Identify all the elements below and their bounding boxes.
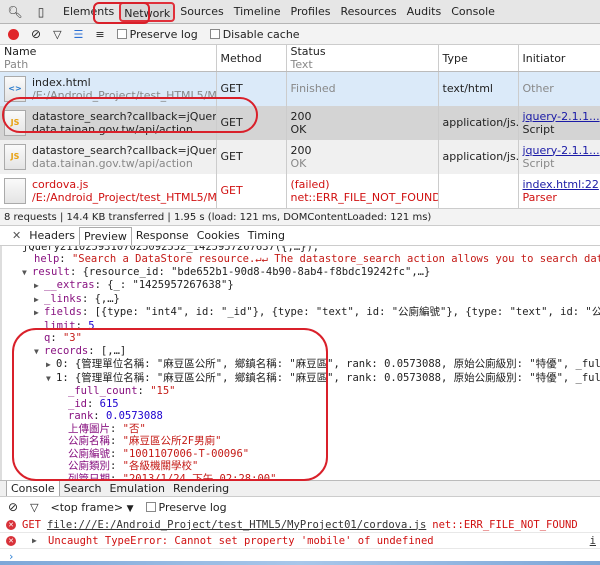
network-toolbar: ⊘ ▽ ☰ ≡ Preserve log Disable cache xyxy=(0,24,600,45)
js-file-icon: JS xyxy=(4,109,26,136)
tree-extras[interactable]: ▶ __extras: {_: "1425957267638"} xyxy=(22,279,600,293)
column-method[interactable]: Method xyxy=(216,45,287,72)
preview-root: jQuery21102593107025092552_1425957267637… xyxy=(22,245,320,253)
collapsed-triangle-icon[interactable]: ▶ xyxy=(34,307,44,320)
drawer-tabs: Console Search Emulation Rendering xyxy=(0,480,600,497)
table-row[interactable]: cordova.js/E:/Android_Project/test_HTML5… xyxy=(0,173,600,208)
taskbar-edge xyxy=(0,561,600,565)
record-property: 公廁名稱: "麻豆區公所2F男廁" xyxy=(68,435,222,447)
network-summary: 8 requests | 14.4 KB transferred | 1.95 … xyxy=(0,207,600,226)
filter-icon[interactable]: ▽ xyxy=(53,28,61,41)
record-property: 上傳圖片: "否" xyxy=(68,422,146,435)
record-property: 公廁類別: "各級機關學校" xyxy=(68,460,199,472)
console-message: ✕ GET file:///E:/Android_Project/test_HT… xyxy=(0,517,600,533)
collapsed-triangle-icon[interactable]: ▶ xyxy=(32,533,42,549)
record-property: _full_count: "15" xyxy=(68,385,176,397)
devtools-tabbar: 🔍︎ ▯ Elements Network Sources Timeline P… xyxy=(0,0,600,24)
tab-profiles[interactable]: Profiles xyxy=(286,2,336,22)
tree-records[interactable]: ▼ records: [,…] xyxy=(22,345,600,359)
tab-cookies[interactable]: Cookies xyxy=(193,227,244,245)
js-file-icon: JS xyxy=(4,143,26,170)
dropdown-arrow-icon: ▼ xyxy=(126,503,134,514)
overview-icon[interactable]: ≡ xyxy=(95,28,104,41)
collapsed-triangle-icon[interactable]: ▶ xyxy=(34,280,44,293)
large-rows-icon[interactable]: ☰ xyxy=(74,28,84,41)
tab-timeline[interactable]: Timeline xyxy=(229,2,286,22)
console-preserve-log-checkbox[interactable]: Preserve log xyxy=(145,501,227,514)
tab-search[interactable]: Search xyxy=(60,481,106,496)
clear-console-icon[interactable]: ⊘ xyxy=(8,500,18,514)
html-file-icon: <> xyxy=(4,75,26,102)
tab-network[interactable]: Network xyxy=(119,1,176,22)
tab-audits[interactable]: Audits xyxy=(402,2,447,22)
collapsed-triangle-icon[interactable]: ▶ xyxy=(46,359,56,372)
table-row[interactable]: JSdatastore_search?callback=jQuery211...… xyxy=(0,105,600,140)
clear-icon[interactable]: ⊘ xyxy=(31,27,41,41)
tab-preview[interactable]: Preview xyxy=(79,226,132,245)
tab-emulation[interactable]: Emulation xyxy=(105,481,169,496)
console-messages: ✕ GET file:///E:/Android_Project/test_HT… xyxy=(0,517,600,565)
blank-file-icon xyxy=(4,177,26,204)
console-source-link[interactable]: file:///E:/Android_Project/test_HTML5/My… xyxy=(47,517,426,533)
initiator-link[interactable]: index.html:22 xyxy=(523,178,600,191)
requests-table: Name Path Method Status Text Type Initiato… xyxy=(0,45,600,208)
console-source-link[interactable]: i xyxy=(590,533,596,549)
tree-fields[interactable]: ▶ fields: [{type: "int4", id: "_id"}, {ty… xyxy=(22,306,600,320)
tree-result[interactable]: ▼ result: {resource_id: "bde652b1-90d8-4b… xyxy=(22,266,600,280)
column-name[interactable]: Name Path xyxy=(0,45,217,72)
close-icon[interactable]: ✕ xyxy=(8,227,25,245)
filter-icon[interactable]: ▽ xyxy=(30,501,38,514)
tab-resources[interactable]: Resources xyxy=(335,2,401,22)
table-row[interactable]: <> index.html/E:/Android_Project/test_HTM… xyxy=(0,71,600,106)
tab-console-drawer[interactable]: Console xyxy=(6,481,60,496)
tab-headers[interactable]: Headers xyxy=(25,227,79,245)
tab-response[interactable]: Response xyxy=(132,227,193,245)
error-icon: ✕ xyxy=(6,535,16,546)
tab-sources[interactable]: Sources xyxy=(175,2,229,22)
expanded-triangle-icon[interactable]: ▼ xyxy=(34,346,44,359)
console-toolbar: ⊘ ▽ <top frame> ▼ Preserve log xyxy=(0,497,600,517)
expanded-triangle-icon[interactable]: ▼ xyxy=(46,373,56,386)
initiator-link[interactable]: jquery-2.1.1... xyxy=(523,110,600,123)
tree-links[interactable]: ▶ _links: {,…} xyxy=(22,293,600,307)
search-icon[interactable]: 🔍︎ xyxy=(6,3,24,21)
tab-timing[interactable]: Timing xyxy=(244,227,289,245)
tree-record-1[interactable]: ▼ 1: {管理單位名稱: "麻豆區公所", 鄉鎮名稱: "麻豆區", rank:… xyxy=(22,372,600,386)
tab-rendering[interactable]: Rendering xyxy=(169,481,233,496)
column-initiator[interactable]: Initiator xyxy=(518,45,600,72)
table-header: Name Path Method Status Text Type Initiato… xyxy=(0,45,600,72)
device-mode-icon[interactable]: ▯ xyxy=(32,3,50,21)
error-icon: ✕ xyxy=(6,519,16,530)
record-properties: _full_count: "15" _id: 615 rank: 0.0573088… xyxy=(22,385,600,481)
record-property: _id: 615 xyxy=(68,397,119,410)
column-status[interactable]: Status Text xyxy=(286,45,439,72)
record-icon[interactable] xyxy=(8,28,19,40)
preserve-log-checkbox[interactable]: Preserve log xyxy=(116,28,198,41)
tree-record-0[interactable]: ▶ 0: {管理單位名稱: "麻豆區公所", 鄉鎮名稱: "麻豆區", rank:… xyxy=(22,358,600,372)
table-row[interactable]: JSdatastore_search?callback=jQuery211...… xyxy=(0,139,600,174)
initiator-link[interactable]: jquery-2.1.1... xyxy=(523,144,600,157)
preview-pane: jQuery21102593107025092552_1425957267637… xyxy=(0,245,600,481)
column-type[interactable]: Type xyxy=(438,45,519,72)
tab-console[interactable]: Console xyxy=(446,2,500,22)
record-property: rank: 0.0573088 xyxy=(68,410,163,422)
tab-elements[interactable]: Elements xyxy=(58,2,119,22)
console-message: ✕ ▶ Uncaught TypeError: Cannot set prope… xyxy=(0,533,600,549)
collapsed-triangle-icon[interactable]: ▶ xyxy=(34,294,44,307)
record-property: 公廁編號: "1001107006-T-00096" xyxy=(68,447,250,460)
disable-cache-checkbox[interactable]: Disable cache xyxy=(209,28,300,41)
expanded-triangle-icon[interactable]: ▼ xyxy=(22,267,32,280)
frame-select[interactable]: <top frame> ▼ xyxy=(51,501,134,514)
detail-tabs: ✕ Headers Preview Response Cookies Timin… xyxy=(0,226,600,246)
